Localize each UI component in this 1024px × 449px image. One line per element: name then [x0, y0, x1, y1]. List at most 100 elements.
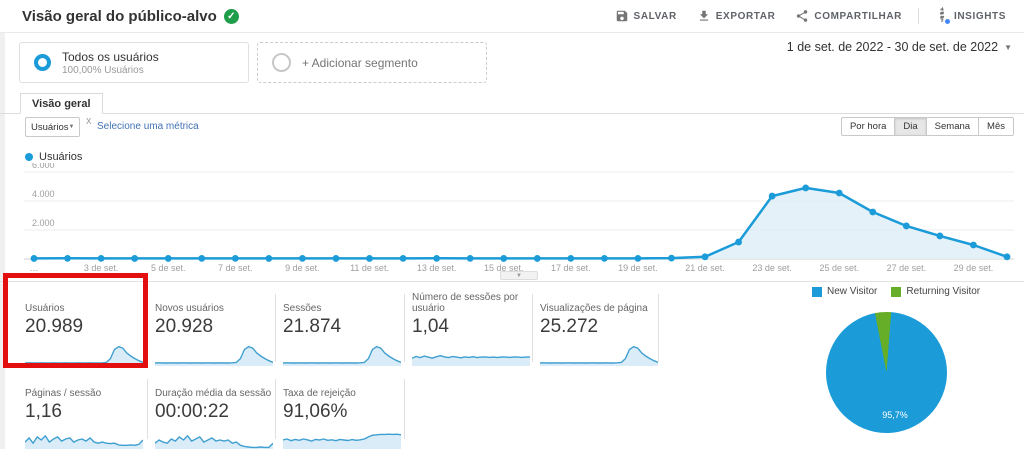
pie-legend-new-visitor: New Visitor [812, 286, 877, 297]
svg-text:27 de set.: 27 de set. [887, 263, 927, 273]
time-granularity-group: Por hora Dia Semana Mês [840, 117, 1014, 136]
svg-text:3 de set.: 3 de set. [84, 263, 119, 273]
card-separator [404, 294, 405, 362]
share-button[interactable]: COMPARTILHAR [787, 3, 910, 29]
granularity-hour-button[interactable]: Por hora [840, 117, 896, 136]
sparkline [155, 346, 273, 366]
sparkline [155, 435, 273, 449]
svg-text:29 de set.: 29 de set. [954, 263, 994, 273]
insights-icon [935, 7, 951, 25]
add-segment-button[interactable]: + Adicionar segmento [257, 42, 487, 83]
svg-text:6.000: 6.000 [32, 163, 55, 170]
segment-subtitle: 100,00% Usuários [62, 64, 144, 76]
svg-text:17 de set.: 17 de set. [551, 263, 591, 273]
card-separator [147, 379, 148, 439]
scorecard-users: Usuários 20.989 [25, 291, 147, 366]
scorecard-new-users: Novos usuários 20.928 [155, 291, 277, 366]
granularity-week-button[interactable]: Semana [926, 117, 980, 136]
tab-overview[interactable]: Visão geral [20, 93, 103, 114]
legend-swatch-icon [812, 286, 822, 297]
scorecard-label[interactable]: Visualizações de página [540, 291, 662, 314]
divider [917, 8, 919, 24]
scorecard-value: 1,16 [25, 401, 62, 422]
metric-dropdown[interactable]: Usuários ▼ [25, 117, 80, 137]
page-title: Visão geral do público-alvo [22, 7, 217, 25]
scorecard-value: 91,06% [283, 401, 348, 422]
card-separator [275, 294, 276, 362]
section-divider [0, 281, 1024, 282]
svg-text:9 de set.: 9 de set. [285, 263, 320, 273]
sparkline [25, 346, 143, 366]
sparkline [540, 346, 658, 366]
card-separator [147, 294, 148, 362]
svg-text:25 de set.: 25 de set. [819, 263, 859, 273]
segment-all-users[interactable]: Todos os usuários 100,00% Usuários [19, 42, 249, 83]
segment-ring-empty-icon [272, 53, 291, 72]
select-metric-link[interactable]: Selecione uma métrica [97, 121, 199, 132]
scorecard-value: 00:00:22 [155, 401, 229, 422]
page-gutter [0, 33, 5, 449]
granularity-day-button[interactable]: Dia [895, 117, 927, 136]
users-line-chart: 2.000 4.000 6.000 … 3 de set. 5 de set. 7 de s… [24, 163, 1014, 273]
chevron-down-icon: ▼ [68, 124, 75, 130]
legend-dot-icon [25, 153, 33, 161]
scorecard-bounce-rate: Taxa de rejeição 91,06% [283, 376, 405, 449]
svg-text:2.000: 2.000 [32, 218, 55, 228]
sparkline [283, 346, 401, 366]
save-icon [616, 10, 627, 22]
download-icon [699, 10, 708, 21]
card-separator [532, 294, 533, 362]
svg-text:23 de set.: 23 de set. [752, 263, 792, 273]
svg-text:5 de set.: 5 de set. [151, 263, 186, 273]
svg-text:…: … [30, 263, 39, 273]
svg-text:4.000: 4.000 [32, 189, 55, 199]
scorecard-label[interactable]: Número de sessões por usuário [412, 291, 534, 314]
sparkline [25, 435, 143, 449]
scorecard-value: 21.874 [283, 316, 342, 337]
scorecard-label[interactable]: Taxa de rejeição [283, 376, 405, 399]
scorecard-avg-session-duration: Duração média da sessão 00:00:22 [155, 376, 277, 449]
granularity-month-button[interactable]: Mês [979, 117, 1014, 136]
tab-divider [0, 113, 1024, 114]
scorecard-sessions-per-user: Número de sessões por usuário 1,04 [412, 291, 534, 366]
scorecard-label[interactable]: Duração média da sessão [155, 376, 277, 399]
export-button[interactable]: EXPORTAR [689, 3, 784, 29]
scorecard-value: 20.928 [155, 316, 214, 337]
insights-button[interactable]: INSIGHTS [927, 3, 1014, 29]
legend-label: Usuários [39, 151, 83, 163]
scorecard-label[interactable]: Sessões [283, 291, 405, 314]
pie-legend-returning-visitor: Returning Visitor [891, 286, 980, 297]
segment-ring-icon [34, 54, 51, 71]
report-header: Visão geral do público-alvo ✓ SALVAR EXP… [0, 0, 1024, 33]
segment-title: Todos os usuários [62, 49, 159, 64]
card-separator [275, 379, 276, 439]
date-range-text: 1 de set. de 2022 - 30 de set. de 2022 [786, 40, 999, 54]
date-range-selector[interactable]: 1 de set. de 2022 - 30 de set. de 2022 ▼ [787, 40, 1012, 54]
vs-label: X [86, 117, 92, 126]
scorecard-value: 25.272 [540, 316, 599, 337]
save-button[interactable]: SALVAR [607, 3, 685, 29]
scorecard-label[interactable]: Páginas / sessão [25, 376, 147, 399]
card-separator [658, 294, 659, 362]
visitor-type-pie-chart: 95,7% [826, 312, 947, 433]
pie-legend: New Visitor Returning Visitor [812, 286, 980, 297]
scorecard-label[interactable]: Usuários [25, 291, 147, 314]
scorecard-value: 1,04 [412, 316, 449, 337]
sparkline [412, 355, 530, 366]
scorecard-pageviews: Visualizações de página 25.272 [540, 291, 662, 366]
svg-text:7 de set.: 7 de set. [218, 263, 253, 273]
card-separator [404, 379, 405, 439]
svg-text:21 de set.: 21 de set. [685, 263, 725, 273]
svg-text:19 de set.: 19 de set. [618, 263, 658, 273]
chart-legend: Usuários [25, 151, 82, 163]
scorecard-label[interactable]: Novos usuários [155, 291, 277, 314]
scorecard-sessions: Sessões 21.874 [283, 291, 405, 366]
chart-collapse-handle[interactable]: ▼ [500, 271, 538, 280]
header-actions: SALVAR EXPORTAR COMPARTILHAR INSIGHTS [607, 3, 1024, 29]
sparkline [283, 433, 401, 449]
scorecard-value: 20.989 [25, 316, 84, 337]
pie-slice-label: 95,7% [882, 409, 908, 420]
svg-text:13 de set.: 13 de set. [417, 263, 457, 273]
legend-swatch-icon [891, 286, 902, 297]
chevron-down-icon: ▼ [1004, 42, 1012, 52]
